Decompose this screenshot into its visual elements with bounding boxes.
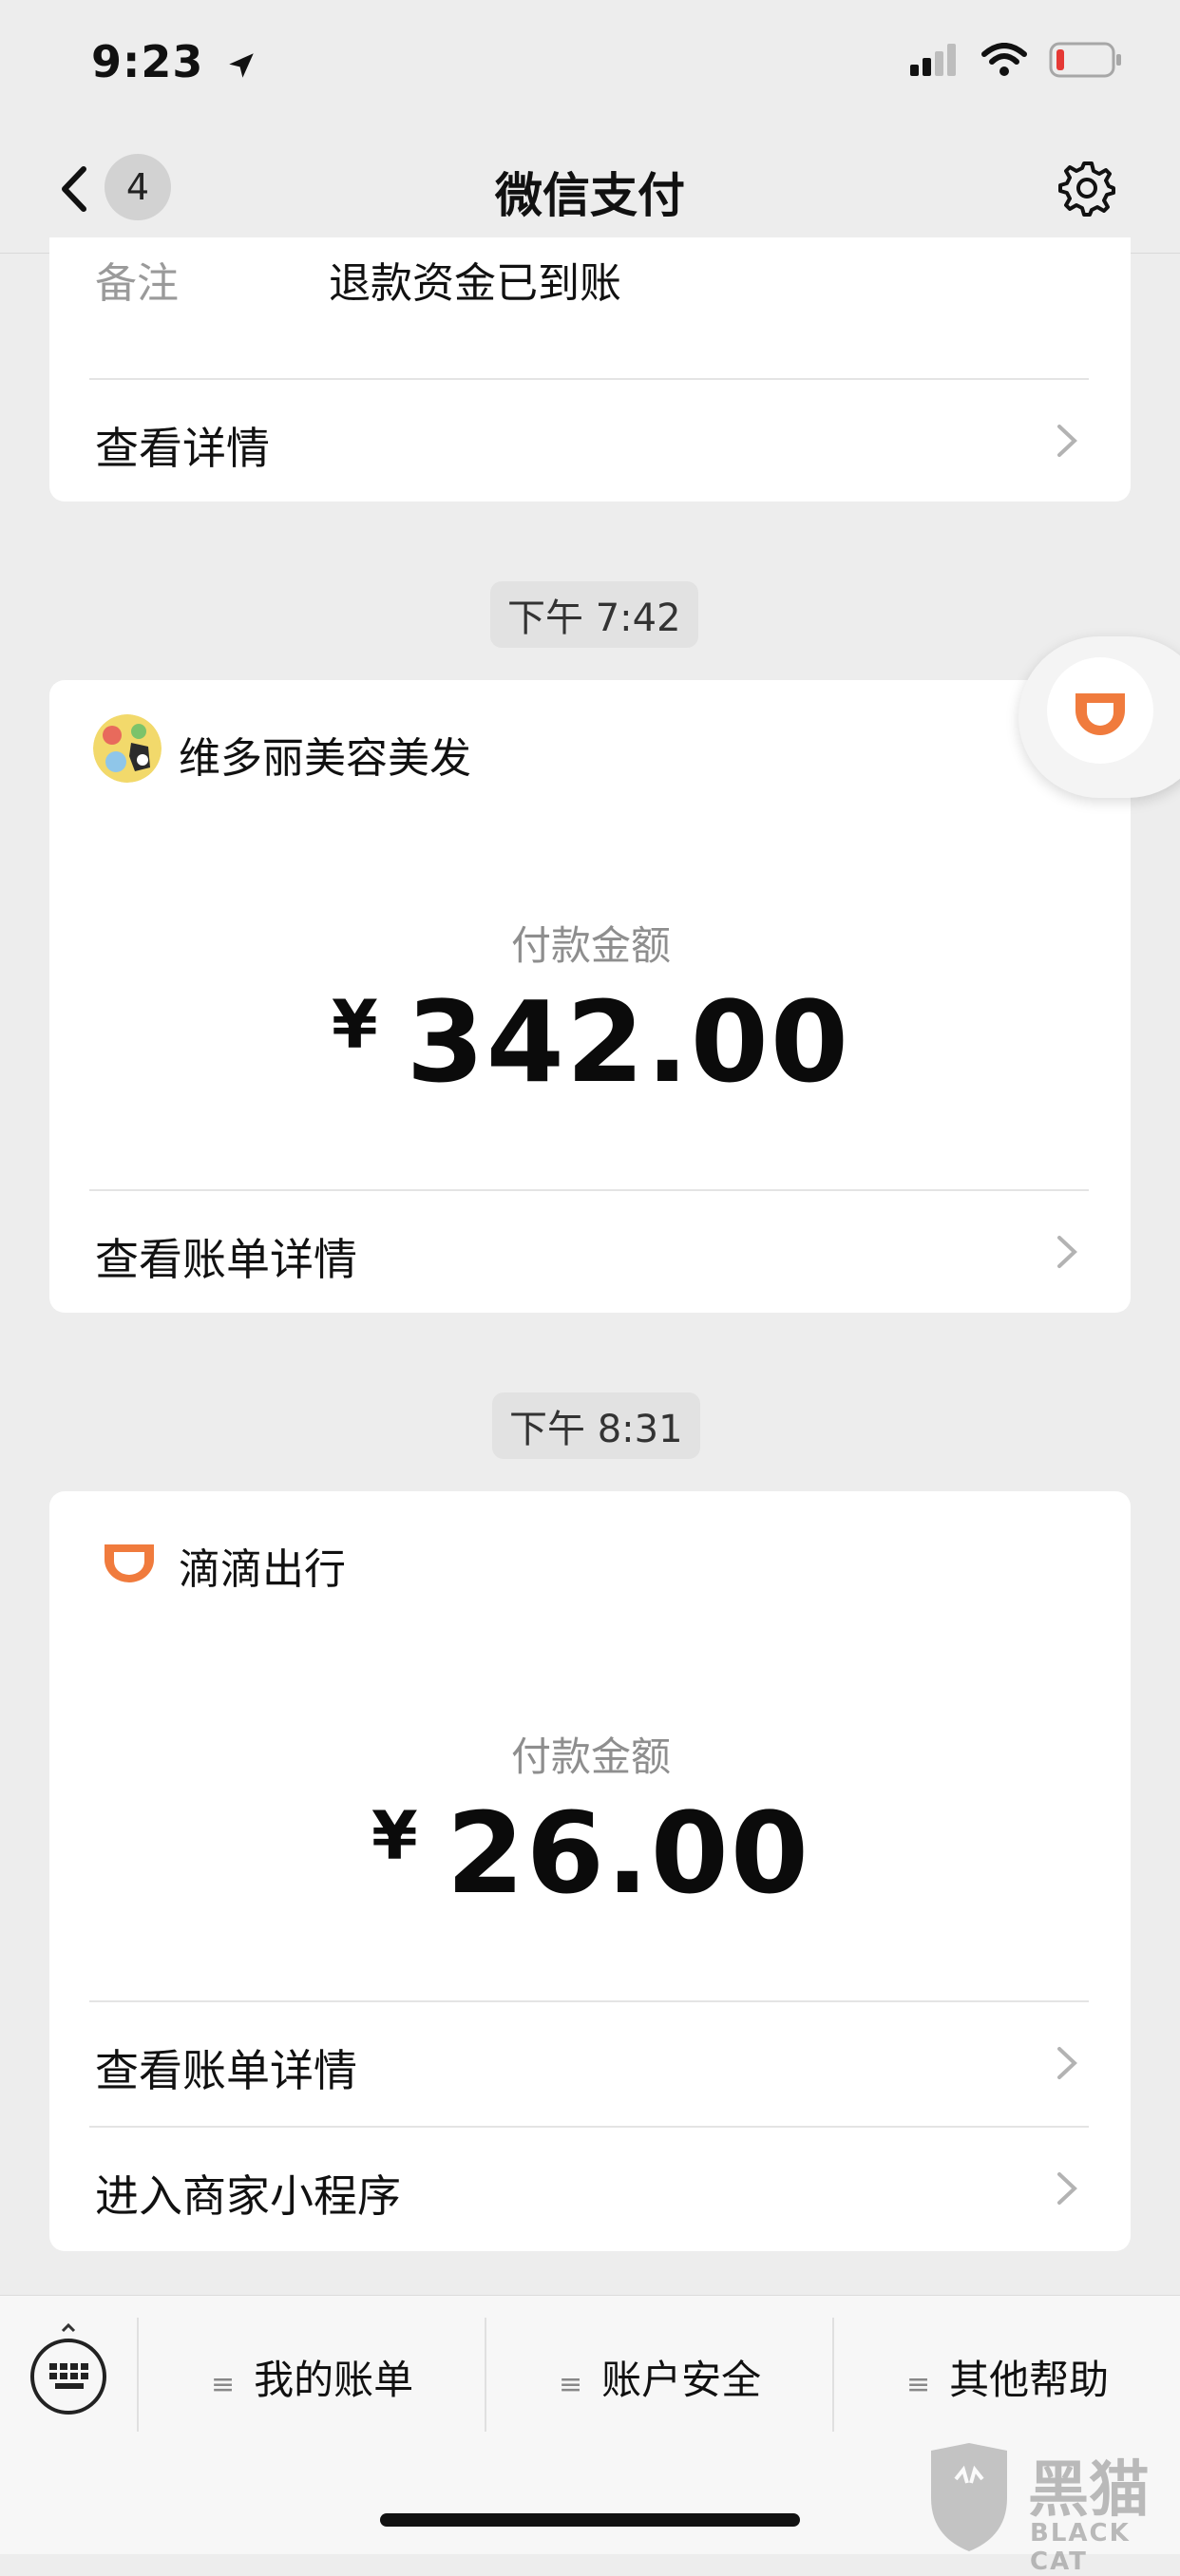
currency-symbol: ¥ xyxy=(331,986,378,1064)
home-indicator xyxy=(380,2513,800,2527)
enter-miniprogram-row[interactable]: 进入商家小程序 xyxy=(89,2137,1089,2242)
view-bill-label: 查看账单详情 xyxy=(95,2045,357,2096)
view-bill-label: 查看账单详情 xyxy=(95,1234,357,1285)
view-bill-row[interactable]: 查看账单详情 xyxy=(89,1201,1089,1305)
amount-value: 26.00 xyxy=(446,1788,810,1919)
message-timestamp: 下午 8:31 xyxy=(492,1392,700,1459)
divider xyxy=(137,2318,139,2432)
didi-logo-icon xyxy=(105,1544,154,1582)
currency-symbol: ¥ xyxy=(371,1797,418,1875)
amount-value: 342.00 xyxy=(406,976,851,1108)
location-arrow-icon xyxy=(229,52,255,78)
cat-shield-icon xyxy=(931,2443,1007,2551)
payment-amount: ¥26.00 xyxy=(49,1788,1132,1919)
remark-value: 退款资金已到账 xyxy=(329,259,621,308)
tab-label: 账户安全 xyxy=(601,2357,762,2403)
watermark: 黑猫 BLACK CAT xyxy=(922,2441,1180,2576)
tab-my-bills[interactable]: ≡ 我的账单 xyxy=(211,2348,413,2406)
tab-other-help[interactable]: ≡ 其他帮助 xyxy=(906,2348,1109,2406)
message-timestamp: 下午 7:42 xyxy=(490,581,698,648)
menu-lines-icon: ≡ xyxy=(906,2368,931,2401)
menu-lines-icon: ≡ xyxy=(211,2368,236,2401)
didi-logo-icon xyxy=(1075,693,1125,735)
chevron-right-icon xyxy=(1057,425,1077,457)
divider xyxy=(89,2000,1089,2002)
enter-miniprogram-label: 进入商家小程序 xyxy=(95,2170,401,2222)
tab-account-security[interactable]: ≡ 账户安全 xyxy=(559,2348,761,2406)
status-time: 9:23 xyxy=(91,36,257,87)
cellular-signal-icon xyxy=(910,44,956,76)
divider xyxy=(89,2126,1089,2128)
chevron-right-icon xyxy=(1057,2172,1077,2205)
wifi-icon xyxy=(981,43,1027,76)
floating-didi-button[interactable] xyxy=(1018,636,1180,798)
chevron-right-icon xyxy=(1057,1236,1077,1268)
merchant-avatar xyxy=(93,714,162,783)
divider xyxy=(832,2318,834,2432)
status-icons xyxy=(910,42,1123,78)
view-details-label: 查看详情 xyxy=(95,423,270,474)
remark-label: 备注 xyxy=(95,259,179,308)
payment-amount: ¥342.00 xyxy=(49,976,1132,1108)
divider xyxy=(89,1189,1089,1191)
view-details-row[interactable]: 查看详情 xyxy=(89,389,1089,494)
watermark-subtext: BLACK CAT xyxy=(1030,2519,1131,2576)
tab-label: 其他帮助 xyxy=(949,2357,1110,2403)
divider xyxy=(485,2318,486,2432)
keyboard-toggle-button[interactable] xyxy=(29,2322,108,2418)
amount-label: 付款金额 xyxy=(510,922,671,969)
menu-lines-icon: ≡ xyxy=(559,2368,583,2401)
battery-low-icon xyxy=(1049,42,1121,78)
page-title: 微信支付 xyxy=(495,168,685,223)
chevron-right-icon xyxy=(1057,2047,1077,2079)
gear-icon xyxy=(1058,161,1115,217)
view-bill-row[interactable]: 查看账单详情 xyxy=(89,2012,1089,2116)
merchant-name: 维多丽美容美发 xyxy=(179,734,471,783)
divider xyxy=(89,378,1089,380)
merchant-name: 滴滴出行 xyxy=(179,1545,346,1594)
tab-label: 我的账单 xyxy=(254,2357,414,2403)
keyboard-icon xyxy=(30,2322,106,2415)
settings-button[interactable] xyxy=(1056,158,1117,218)
amount-label: 付款金额 xyxy=(510,1733,671,1780)
watermark-text: 黑猫 xyxy=(1028,2455,1150,2526)
